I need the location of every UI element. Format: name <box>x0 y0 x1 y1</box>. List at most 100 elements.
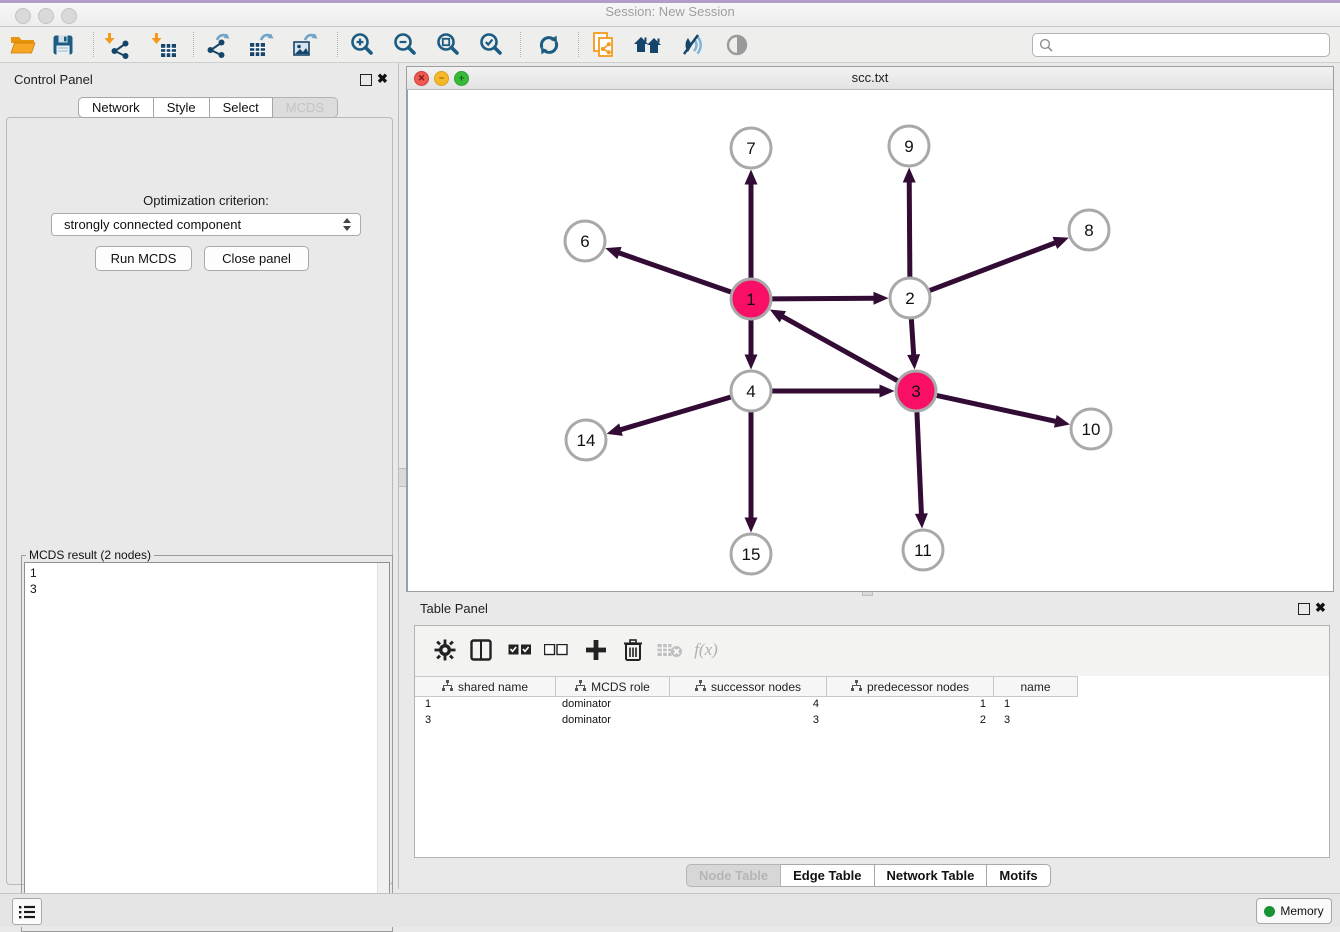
graph-edge-4-14[interactable] <box>607 397 732 436</box>
graph-edge-3-10[interactable] <box>936 395 1070 427</box>
mcds-result-box[interactable]: 1 3 <box>24 562 390 926</box>
deselect-all-rows-icon[interactable] <box>541 635 571 665</box>
select-updown-icon <box>343 218 351 231</box>
table-row[interactable]: 1dominator411 <box>415 696 1329 712</box>
search-box[interactable] <box>1032 33 1330 57</box>
import-table-icon[interactable] <box>148 29 182 60</box>
memory-status-dot <box>1264 906 1275 917</box>
toolbar-separator <box>193 32 194 57</box>
tab-select[interactable]: Select <box>210 97 273 118</box>
run-mcds-button[interactable]: Run MCDS <box>95 246 192 271</box>
graph-edge-4-15[interactable] <box>745 412 758 533</box>
tab-edge-table[interactable]: Edge Table <box>781 864 874 887</box>
graph-node-1[interactable]: 1 <box>731 279 771 319</box>
graph-node-10[interactable]: 10 <box>1071 409 1111 449</box>
delete-table-icon[interactable] <box>655 635 685 665</box>
zoom-out-icon[interactable] <box>388 29 422 60</box>
home-icon[interactable] <box>631 29 665 60</box>
table-panel-tabs: Node Table Edge Table Network Table Moti… <box>686 864 1051 887</box>
tab-network-table[interactable]: Network Table <box>875 864 988 887</box>
network-window-titlebar[interactable]: ✕ − + scc.txt <box>407 67 1333 90</box>
graph-edge-2-8[interactable] <box>929 237 1069 291</box>
graph-edge-2-9[interactable] <box>903 167 916 277</box>
graph-node-8[interactable]: 8 <box>1069 210 1109 250</box>
optimization-select-value: strongly connected component <box>64 217 241 232</box>
control-panel-content: Optimization criterion: strongly connect… <box>6 117 393 885</box>
tab-network[interactable]: Network <box>78 97 154 118</box>
search-input[interactable] <box>1057 37 1329 53</box>
graph-node-15[interactable]: 15 <box>731 534 771 574</box>
close-panel-icon[interactable]: ✖ <box>377 73 388 85</box>
column-header-predecessor-nodes[interactable]: predecessor nodes <box>827 677 994 696</box>
export-network-icon[interactable] <box>201 29 235 60</box>
table-header-row[interactable]: shared name MCDS role successor nodes prede… <box>415 676 1078 697</box>
graph-edge-2-3[interactable] <box>907 318 920 369</box>
tab-mcds[interactable]: MCDS <box>273 97 338 118</box>
graph-edge-3-11[interactable] <box>915 411 928 528</box>
float-table-panel-icon[interactable] <box>1298 603 1310 615</box>
import-network-icon[interactable] <box>101 29 135 60</box>
graph-node-4[interactable]: 4 <box>731 371 771 411</box>
table-settings-gear-icon[interactable] <box>430 635 460 665</box>
graph-edge-3-1[interactable] <box>770 309 898 381</box>
zoom-in-icon[interactable] <box>345 29 379 60</box>
tab-motifs[interactable]: Motifs <box>987 864 1050 887</box>
graph-node-7[interactable]: 7 <box>731 128 771 168</box>
column-header-label: predecessor nodes <box>867 680 969 694</box>
graph-edge-1-6[interactable] <box>605 247 731 292</box>
table-panel-title: Table Panel <box>420 601 488 616</box>
tab-style[interactable]: Style <box>154 97 210 118</box>
graph-edge-4-3[interactable] <box>772 385 895 398</box>
save-session-icon[interactable] <box>46 29 80 60</box>
hide-graphics-details-icon[interactable] <box>675 29 709 60</box>
column-header-label: name <box>1020 680 1050 694</box>
export-image-icon[interactable] <box>288 29 322 60</box>
task-history-button[interactable] <box>12 898 42 925</box>
column-header-name[interactable]: name <box>994 677 1078 696</box>
network-view-window: ✕ − + scc.txt 7 9 6 8 1 2 4 3 14 10 15 11 <box>406 66 1334 592</box>
select-all-rows-icon[interactable] <box>505 635 535 665</box>
graph-node-2[interactable]: 2 <box>890 278 930 318</box>
column-header-label: MCDS role <box>591 680 650 694</box>
network-canvas[interactable]: 7 9 6 8 1 2 4 3 14 10 15 11 <box>407 90 1333 591</box>
table-cell: dominator <box>556 714 670 726</box>
toolbar-separator <box>337 32 338 57</box>
close-table-panel-icon[interactable]: ✖ <box>1315 602 1326 614</box>
show-graphics-details-icon[interactable] <box>720 29 754 60</box>
column-header-successor-nodes[interactable]: successor nodes <box>670 677 827 696</box>
graph-node-9[interactable]: 9 <box>889 126 929 166</box>
add-column-icon[interactable] <box>581 635 611 665</box>
column-layout-icon[interactable] <box>466 635 496 665</box>
zoom-fit-icon[interactable] <box>431 29 465 60</box>
tab-node-table[interactable]: Node Table <box>686 864 781 887</box>
zoom-selected-icon[interactable] <box>474 29 508 60</box>
duplicate-network-icon[interactable] <box>587 29 621 60</box>
refresh-icon[interactable] <box>532 29 566 60</box>
control-panel-title: Control Panel <box>14 72 93 87</box>
graph-edge-1-7[interactable] <box>745 170 758 279</box>
node-table-container: f(x) shared name MCDS role successor nodes… <box>414 625 1330 858</box>
optimization-select[interactable]: strongly connected component <box>51 213 361 236</box>
graph-node-14[interactable]: 14 <box>566 420 606 460</box>
table-row[interactable]: 3dominator323 <box>415 712 1329 728</box>
graph-node-11[interactable]: 11 <box>903 530 943 570</box>
memory-button[interactable]: Memory <box>1256 898 1332 924</box>
open-session-icon[interactable] <box>5 29 39 60</box>
list-icon <box>18 904 36 920</box>
export-table-icon[interactable] <box>244 29 278 60</box>
float-panel-icon[interactable] <box>360 74 372 86</box>
graph-node-3[interactable]: 3 <box>896 371 936 411</box>
apply-function-icon[interactable]: f(x) <box>691 635 721 665</box>
delete-column-icon[interactable] <box>618 635 648 665</box>
graph-edge-1-4[interactable] <box>745 320 758 370</box>
column-header-shared-name[interactable]: shared name <box>415 677 556 696</box>
graph-node-label: 6 <box>580 232 589 251</box>
result-scrollbar[interactable] <box>377 563 389 925</box>
graph-node-6[interactable]: 6 <box>565 221 605 261</box>
column-header-MCDS-role[interactable]: MCDS role <box>556 677 670 696</box>
table-cell: 1 <box>994 698 1078 710</box>
graph-node-label: 3 <box>911 382 920 401</box>
graph-edge-1-2[interactable] <box>771 292 888 305</box>
close-panel-button[interactable]: Close panel <box>204 246 309 271</box>
memory-label: Memory <box>1280 904 1323 918</box>
